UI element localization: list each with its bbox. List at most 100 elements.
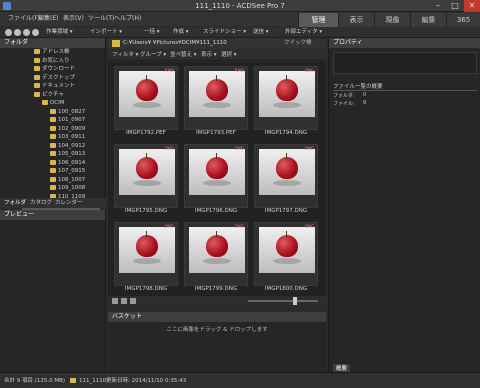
mode-develop[interactable]: 現像 [374, 13, 410, 27]
maximize-button[interactable]: □ [447, 0, 463, 12]
file-name: IMGP1794.DNG [264, 130, 308, 136]
tree-item[interactable]: DCIM [42, 99, 64, 108]
tree-item[interactable]: 102_0909 [50, 125, 85, 134]
path-bar: C:¥Users¥ ¥Pictures¥DCIM¥111_1110 クイック検 [108, 38, 326, 49]
tab-calendar[interactable]: カレンダー [55, 198, 83, 208]
minimize-button[interactable]: – [430, 0, 446, 12]
tab-summary[interactable]: 概要 [333, 364, 351, 372]
thumbnail[interactable]: RAW [184, 66, 248, 130]
tree-item[interactable]: 103_0911 [50, 133, 85, 142]
folder-icon [42, 100, 48, 105]
toolbar: 作業領域 ▾ インポート ▾ 一括 ▾ 作成 ▾ スライドショー ▾ 送信 ▾ … [0, 27, 480, 38]
thumbnail[interactable]: DNG [254, 66, 318, 130]
select-menu[interactable]: 選択 ▾ [221, 50, 237, 61]
thumbnail[interactable]: DNG [184, 144, 248, 208]
tree-item[interactable]: ダウンロード [34, 65, 75, 74]
folder-panel-header: フォルダ [0, 38, 105, 48]
menu-tools[interactable]: ツール(T) [88, 12, 114, 26]
properties-header: プロパティ [329, 38, 480, 48]
folder-icon [34, 57, 40, 63]
filter-menu[interactable]: フィルタ ▾ [112, 50, 138, 61]
group-menu[interactable]: グループ ▾ [140, 50, 166, 61]
back-icon[interactable] [5, 29, 12, 36]
zoom-slider-thumb[interactable] [293, 297, 297, 305]
file-name: IMGP1800.DNG [264, 286, 308, 292]
menu-file[interactable]: ファイル(F) [8, 12, 40, 26]
folder-icon [70, 378, 76, 383]
tree-item[interactable]: ピクチャ [34, 91, 64, 100]
tree-item[interactable]: お気に入り [34, 57, 70, 66]
tree-item[interactable]: 101_0907 [50, 116, 85, 125]
file-list: RAW IMGP1792.PEF RAW IMGP1793.PEF DNG IM… [108, 62, 326, 296]
format-badge: DNG [304, 146, 314, 151]
file-name: IMGP1798.DNG [124, 286, 168, 292]
apple-photo [119, 227, 175, 273]
sort-menu[interactable]: 並べ替え ▾ [170, 50, 197, 61]
path-field[interactable]: C:¥Users¥ ¥Pictures¥DCIM¥111_1110 [123, 38, 227, 49]
mode-view[interactable]: 表示 [338, 13, 374, 27]
close-button[interactable]: ✕ [464, 0, 480, 12]
view-menu[interactable]: 表示 ▾ [201, 50, 217, 61]
thumbnail[interactable]: DNG [114, 222, 178, 286]
mode-edit[interactable]: 編集 [410, 13, 446, 27]
basket-header: バスケット [108, 312, 326, 322]
slideshow-menu[interactable]: スライドショー ▾ [203, 27, 246, 38]
preview-panel-header: プレビュー [0, 210, 105, 220]
quick-search-field[interactable]: クイック検 [284, 38, 312, 49]
forward-icon[interactable] [14, 29, 21, 36]
format-badge: RAW [164, 68, 174, 73]
folder-icon [50, 125, 56, 131]
grid-view-icon[interactable] [112, 298, 118, 304]
workspace-menu[interactable]: 作業領域 ▾ [46, 27, 73, 38]
thumbnail[interactable]: DNG [254, 144, 318, 208]
tree-item[interactable]: デスクトップ [34, 74, 75, 83]
thumbnail[interactable]: DNG [254, 222, 318, 286]
format-badge: DNG [234, 224, 244, 229]
batch-menu[interactable]: 一括 ▾ [144, 27, 160, 38]
tree-item[interactable]: アドレス帳 [34, 48, 70, 57]
apple-photo [259, 71, 315, 117]
mode-manage[interactable]: 管理 [298, 13, 338, 27]
panel-tabs: フォルダ カタログ カレンダー [0, 198, 106, 208]
tree-item[interactable]: 109_1008 [50, 184, 85, 193]
zoom-slider[interactable] [248, 300, 318, 302]
thumbnail[interactable]: DNG [184, 222, 248, 286]
menu-view[interactable]: 表示(V) [63, 12, 84, 26]
folder-icon [34, 74, 40, 80]
up-icon[interactable] [23, 29, 30, 36]
gallery-controls [108, 296, 326, 306]
send-menu[interactable]: 送信 ▾ [253, 27, 269, 38]
thumbnail[interactable]: RAW [114, 66, 178, 130]
basket-panel: バスケット ここに画像をドラッグ & ドロップします [108, 312, 326, 372]
file-name: IMGP1793.PEF [196, 130, 236, 136]
thumbnail[interactable]: DNG [114, 144, 178, 208]
tree-item[interactable]: 104_0912 [50, 142, 85, 151]
tree-item[interactable]: 108_1007 [50, 176, 85, 185]
folder-icon [50, 134, 56, 139]
apple-photo [189, 149, 245, 195]
filter-bar: フィルタ ▾ グループ ▾ 並べ替え ▾ 表示 ▾ 選択 ▾ [108, 50, 326, 61]
list-view-icon[interactable] [130, 298, 136, 304]
basket-hint: ここに画像をドラッグ & ドロップします [166, 327, 268, 333]
external-editor-menu[interactable]: 外部エディタ ▾ [285, 27, 322, 38]
tree-item[interactable]: 107_0915 [50, 167, 85, 176]
details-view-icon[interactable] [121, 298, 127, 304]
tree-item[interactable]: 106_0914 [50, 159, 85, 168]
menu-help[interactable]: ヘルプ(H) [114, 12, 141, 26]
tree-item[interactable]: ドキュメント [34, 82, 75, 91]
window-title: 111_1110 - ACDSee Pro 7 [195, 2, 285, 10]
tab-catalog[interactable]: カタログ [30, 198, 52, 208]
menu-edit[interactable]: 編集(E) [38, 12, 58, 26]
import-menu[interactable]: インポート ▾ [90, 27, 122, 38]
mode-365[interactable]: 365 [446, 13, 480, 27]
apple-photo [189, 71, 245, 117]
tab-folder[interactable]: フォルダ [4, 198, 26, 208]
tree-item[interactable]: 100_0827 [50, 108, 85, 117]
create-menu[interactable]: 作成 ▾ [173, 27, 189, 38]
folder-panel: フォルダ アドレス帳 お気に入り ダウンロード デスクトップ ドキュメント ピク… [0, 38, 106, 217]
apple-photo [119, 71, 175, 117]
tree-item[interactable]: 105_0913 [50, 150, 85, 159]
file-name: IMGP1796.DNG [194, 208, 238, 214]
refresh-icon[interactable] [32, 29, 39, 36]
file-name: IMGP1792.PEF [126, 130, 166, 136]
